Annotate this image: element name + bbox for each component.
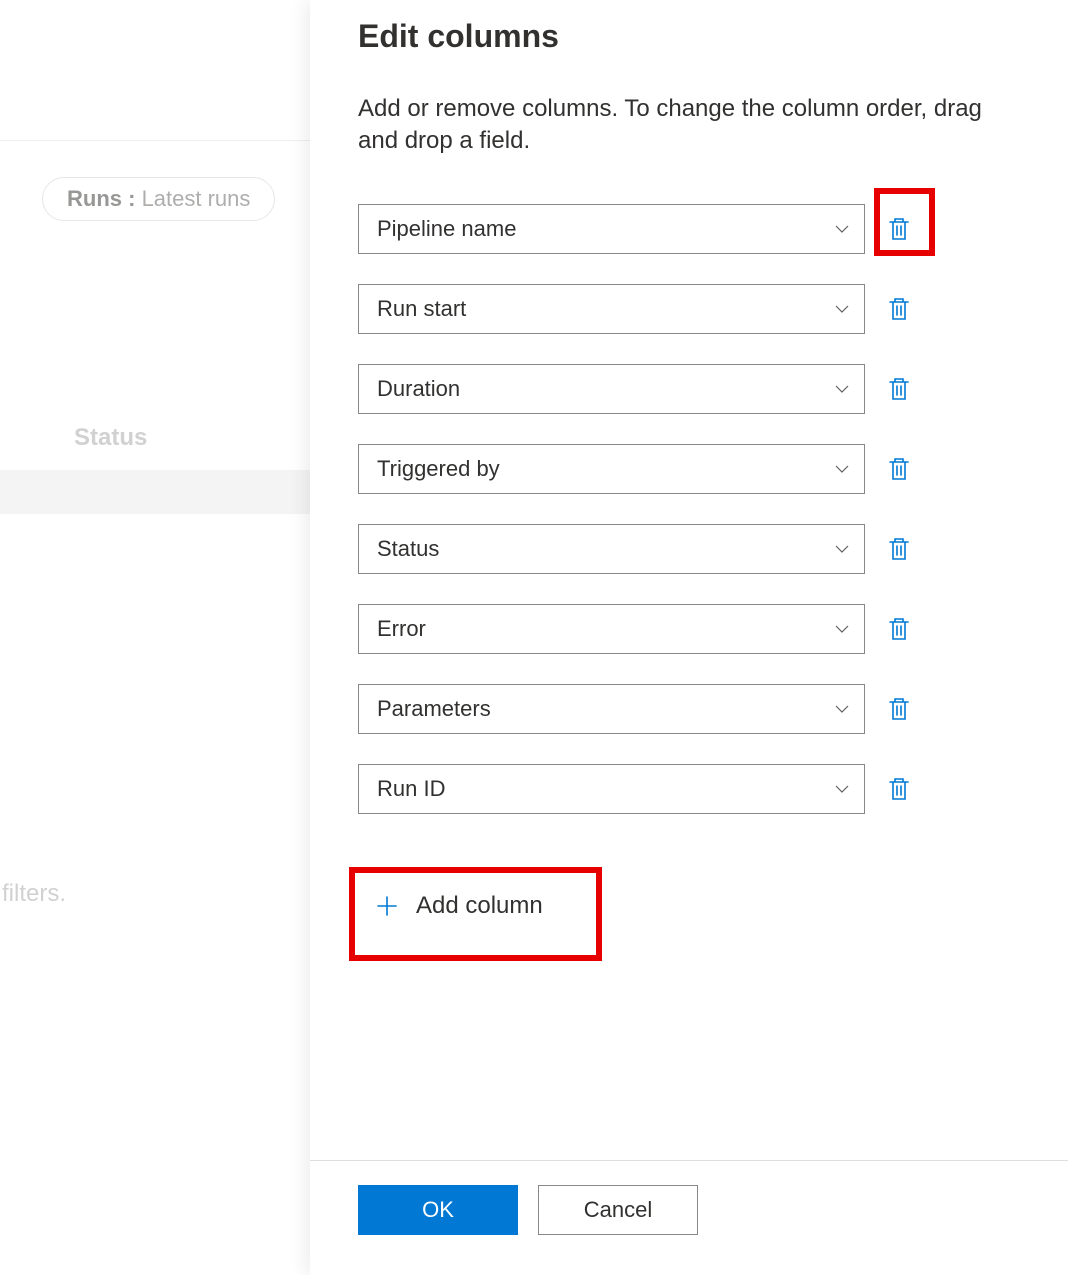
add-column-label: Add column <box>416 892 543 920</box>
delete-column-button[interactable] <box>885 613 913 645</box>
delete-column-button[interactable] <box>885 533 913 565</box>
filter-pill-value: Latest runs <box>142 186 251 211</box>
trash-icon <box>888 776 910 802</box>
chevron-down-icon <box>834 461 850 477</box>
cancel-button[interactable]: Cancel <box>538 1185 698 1235</box>
plus-icon <box>376 895 398 917</box>
panel-description: Add or remove columns. To change the col… <box>358 93 1020 158</box>
column-row: Error <box>358 604 1020 654</box>
filters-text-fragment: filters. <box>2 880 66 908</box>
column-row: Run start <box>358 284 1020 334</box>
select-label: Parameters <box>377 696 491 722</box>
column-row: Duration <box>358 364 1020 414</box>
add-column-button[interactable]: Add column <box>358 882 561 930</box>
delete-column-button[interactable] <box>885 693 913 725</box>
column-select-duration[interactable]: Duration <box>358 364 865 414</box>
column-select-error[interactable]: Error <box>358 604 865 654</box>
background-layer: Runs : Latest runs Status filters. <box>0 0 310 1275</box>
chevron-down-icon <box>834 621 850 637</box>
delete-column-button[interactable] <box>885 293 913 325</box>
delete-column-button[interactable] <box>885 453 913 485</box>
trash-icon <box>888 616 910 642</box>
column-list: Pipeline name Run start <box>358 204 1020 814</box>
column-select-status[interactable]: Status <box>358 524 865 574</box>
trash-icon <box>888 536 910 562</box>
select-label: Status <box>377 536 439 562</box>
column-select-pipeline-name[interactable]: Pipeline name <box>358 204 865 254</box>
delete-column-button[interactable] <box>885 373 913 405</box>
chevron-down-icon <box>834 781 850 797</box>
selected-row-bg <box>0 470 310 514</box>
column-row: Parameters <box>358 684 1020 734</box>
filter-pill-label: Runs : <box>67 186 142 211</box>
chevron-down-icon <box>834 221 850 237</box>
select-label: Run ID <box>377 776 445 802</box>
column-row: Run ID <box>358 764 1020 814</box>
column-row: Triggered by <box>358 444 1020 494</box>
trash-icon <box>888 296 910 322</box>
delete-column-button[interactable] <box>885 773 913 805</box>
column-select-run-start[interactable]: Run start <box>358 284 865 334</box>
chevron-down-icon <box>834 381 850 397</box>
trash-icon <box>888 456 910 482</box>
delete-column-button[interactable] <box>885 213 913 245</box>
divider <box>0 140 310 141</box>
trash-icon <box>888 696 910 722</box>
edit-columns-panel: Edit columns Add or remove columns. To c… <box>310 0 1068 1275</box>
column-header-status: Status <box>74 424 147 452</box>
select-label: Triggered by <box>377 456 500 482</box>
column-row: Pipeline name <box>358 204 1020 254</box>
panel-title: Edit columns <box>358 18 1020 55</box>
panel-footer: OK Cancel <box>310 1160 1068 1275</box>
column-row: Status <box>358 524 1020 574</box>
column-select-triggered-by[interactable]: Triggered by <box>358 444 865 494</box>
column-select-parameters[interactable]: Parameters <box>358 684 865 734</box>
trash-icon <box>888 216 910 242</box>
select-label: Error <box>377 616 426 642</box>
chevron-down-icon <box>834 701 850 717</box>
trash-icon <box>888 376 910 402</box>
chevron-down-icon <box>834 301 850 317</box>
select-label: Run start <box>377 296 466 322</box>
filter-pill-runs[interactable]: Runs : Latest runs <box>42 177 275 221</box>
select-label: Duration <box>377 376 460 402</box>
select-label: Pipeline name <box>377 216 516 242</box>
chevron-down-icon <box>834 541 850 557</box>
column-select-run-id[interactable]: Run ID <box>358 764 865 814</box>
ok-button[interactable]: OK <box>358 1185 518 1235</box>
panel-body: Edit columns Add or remove columns. To c… <box>310 0 1068 1160</box>
